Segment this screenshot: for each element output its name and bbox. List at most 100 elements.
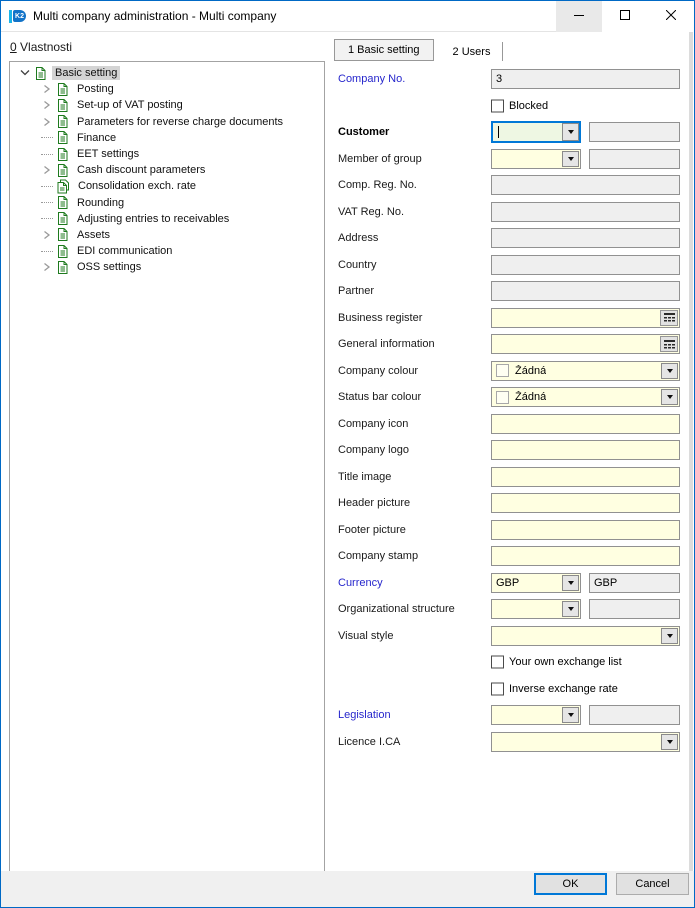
chevron-right-icon[interactable] (41, 164, 53, 176)
combo-legislation[interactable] (491, 705, 581, 726)
maximize-button[interactable] (602, 1, 648, 32)
caption-buttons (556, 1, 694, 32)
tree-item-rounding[interactable]: Rounding (10, 195, 324, 211)
checkbox-blocked[interactable] (491, 99, 504, 113)
tree-item-finance[interactable]: Finance (10, 130, 324, 146)
tree-item-label: Set-up of VAT posting (77, 99, 183, 112)
dropdown-button[interactable] (661, 733, 678, 750)
tree-item-label: EET settings (77, 148, 140, 161)
combo-company-colour[interactable]: Žádná (491, 360, 680, 381)
combo-status-bar-colour[interactable]: Žádná (491, 387, 680, 408)
dropdown-button[interactable] (661, 627, 678, 644)
combo-visual-style[interactable] (491, 625, 680, 646)
dropdown-button[interactable] (562, 707, 579, 724)
dropdown-button[interactable] (562, 601, 579, 618)
cancel-button[interactable]: Cancel (616, 873, 689, 895)
form-row-partner: Partner (331, 278, 689, 305)
documents-icon (56, 179, 70, 194)
form-row-vat-reg-no: VAT Reg. No. (331, 199, 689, 226)
tree-connector (41, 185, 53, 187)
chevron-right-icon[interactable] (41, 261, 53, 273)
tree-item-cash-discount-parameters[interactable]: Cash discount parameters (10, 162, 324, 178)
combo-currency[interactable]: GBP (491, 572, 581, 593)
text-field-company-stamp[interactable] (491, 546, 680, 567)
checkbox-inverse-exchange-rate[interactable] (491, 682, 504, 696)
minimize-button[interactable] (556, 1, 602, 32)
text-field-member-of-group-name (589, 148, 680, 169)
text-field-footer-picture[interactable] (491, 519, 680, 540)
tree-item-parameters-for-reverse-charge-documents[interactable]: Parameters for reverse charge documents (10, 114, 324, 130)
form-label-visual-style: Visual style (338, 629, 394, 642)
tree-item-set-up-of-vat-posting[interactable]: Set-up of VAT posting (10, 97, 324, 113)
dropdown-button[interactable] (562, 574, 579, 591)
form-label-address: Address (338, 232, 379, 245)
table-lookup-icon[interactable] (660, 336, 678, 353)
chevron-right-icon[interactable] (41, 229, 53, 241)
combo-customer[interactable] (491, 121, 581, 144)
form-label-footer-picture: Footer picture (338, 523, 406, 536)
close-icon (665, 7, 677, 25)
dropdown-button[interactable] (661, 362, 678, 379)
chevron-right-icon[interactable] (41, 116, 53, 128)
tree-item-label: EDI communication (77, 245, 173, 258)
checkbox-your-own-exchange-list[interactable] (491, 655, 504, 669)
text-field-vat-reg-no (491, 201, 680, 222)
chevron-right-icon[interactable] (41, 99, 53, 111)
ok-button[interactable]: OK (534, 873, 607, 895)
form-row-business-register: Business register (331, 305, 689, 332)
combo-member-of-group[interactable] (491, 148, 581, 169)
form-row-blocked: Blocked (331, 93, 689, 120)
color-swatch (496, 364, 509, 378)
text-field-title-image[interactable] (491, 466, 680, 487)
form-row-company-colour: Company colour Žádná (331, 358, 689, 385)
document-icon (34, 66, 47, 81)
tree-item-basic-setting[interactable]: Basic setting (10, 65, 324, 81)
properties-header: 0 Vlastnosti (10, 40, 72, 54)
chevron-right-icon[interactable] (41, 83, 53, 95)
tree-item-edi-communication[interactable]: EDI communication (10, 243, 324, 259)
tree-connector (41, 153, 53, 155)
form-row-title-image: Title image (331, 464, 689, 491)
maximize-icon (620, 7, 630, 25)
form-row-your-own-exchange-list: Your own exchange list (331, 649, 689, 676)
text-field-organizational-structure-name (589, 599, 680, 620)
text-field-company-icon[interactable] (491, 413, 680, 434)
caret-down-icon (567, 156, 574, 161)
form-label-partner: Partner (338, 285, 375, 298)
text-field-legislation-name (589, 705, 680, 726)
tree-item-adjusting-entries-to-receivables[interactable]: Adjusting entries to receivables (10, 211, 324, 227)
document-icon (56, 227, 69, 242)
combo-organizational-structure[interactable] (491, 599, 581, 620)
text-field-business-register[interactable] (491, 307, 680, 328)
text-field-general-information[interactable] (491, 334, 680, 355)
combo-value: Žádná (515, 391, 547, 404)
caret-down-icon (666, 739, 673, 744)
form-row-company-icon: Company icon (331, 411, 689, 438)
tree-item-consolidation-exch-rate[interactable]: Consolidation exch. rate (10, 178, 324, 194)
table-lookup-icon[interactable] (660, 309, 678, 326)
close-button[interactable] (648, 1, 694, 32)
tab-1-basic-setting[interactable]: 1 Basic setting (334, 39, 434, 61)
text-field-country (491, 254, 680, 275)
tab-2-users[interactable]: 2 Users (440, 42, 504, 61)
dropdown-button[interactable] (562, 123, 579, 142)
dropdown-button[interactable] (661, 389, 678, 406)
combo-value: GBP (496, 576, 520, 589)
document-icon (56, 82, 69, 97)
tree-item-oss-settings[interactable]: OSS settings (10, 259, 324, 275)
text-field-address (491, 228, 680, 249)
dropdown-button[interactable] (562, 150, 579, 167)
text-field-header-picture[interactable] (491, 493, 680, 514)
color-swatch (496, 390, 509, 404)
caret-down-icon (666, 368, 673, 373)
tree-item-assets[interactable]: Assets (10, 227, 324, 243)
text-field-company-logo[interactable] (491, 440, 680, 461)
tree-item-eet-settings[interactable]: EET settings (10, 146, 324, 162)
form-row-company-no: Company No. 3 (331, 66, 689, 93)
tree-item-posting[interactable]: Posting (10, 81, 324, 97)
chevron-down-icon[interactable] (19, 68, 31, 78)
form-label-member-of-group: Member of group (338, 152, 422, 165)
tree-item-label: Finance (77, 131, 117, 144)
combo-licence-i-ca[interactable] (491, 731, 680, 752)
form-label-title-image: Title image (338, 470, 392, 483)
